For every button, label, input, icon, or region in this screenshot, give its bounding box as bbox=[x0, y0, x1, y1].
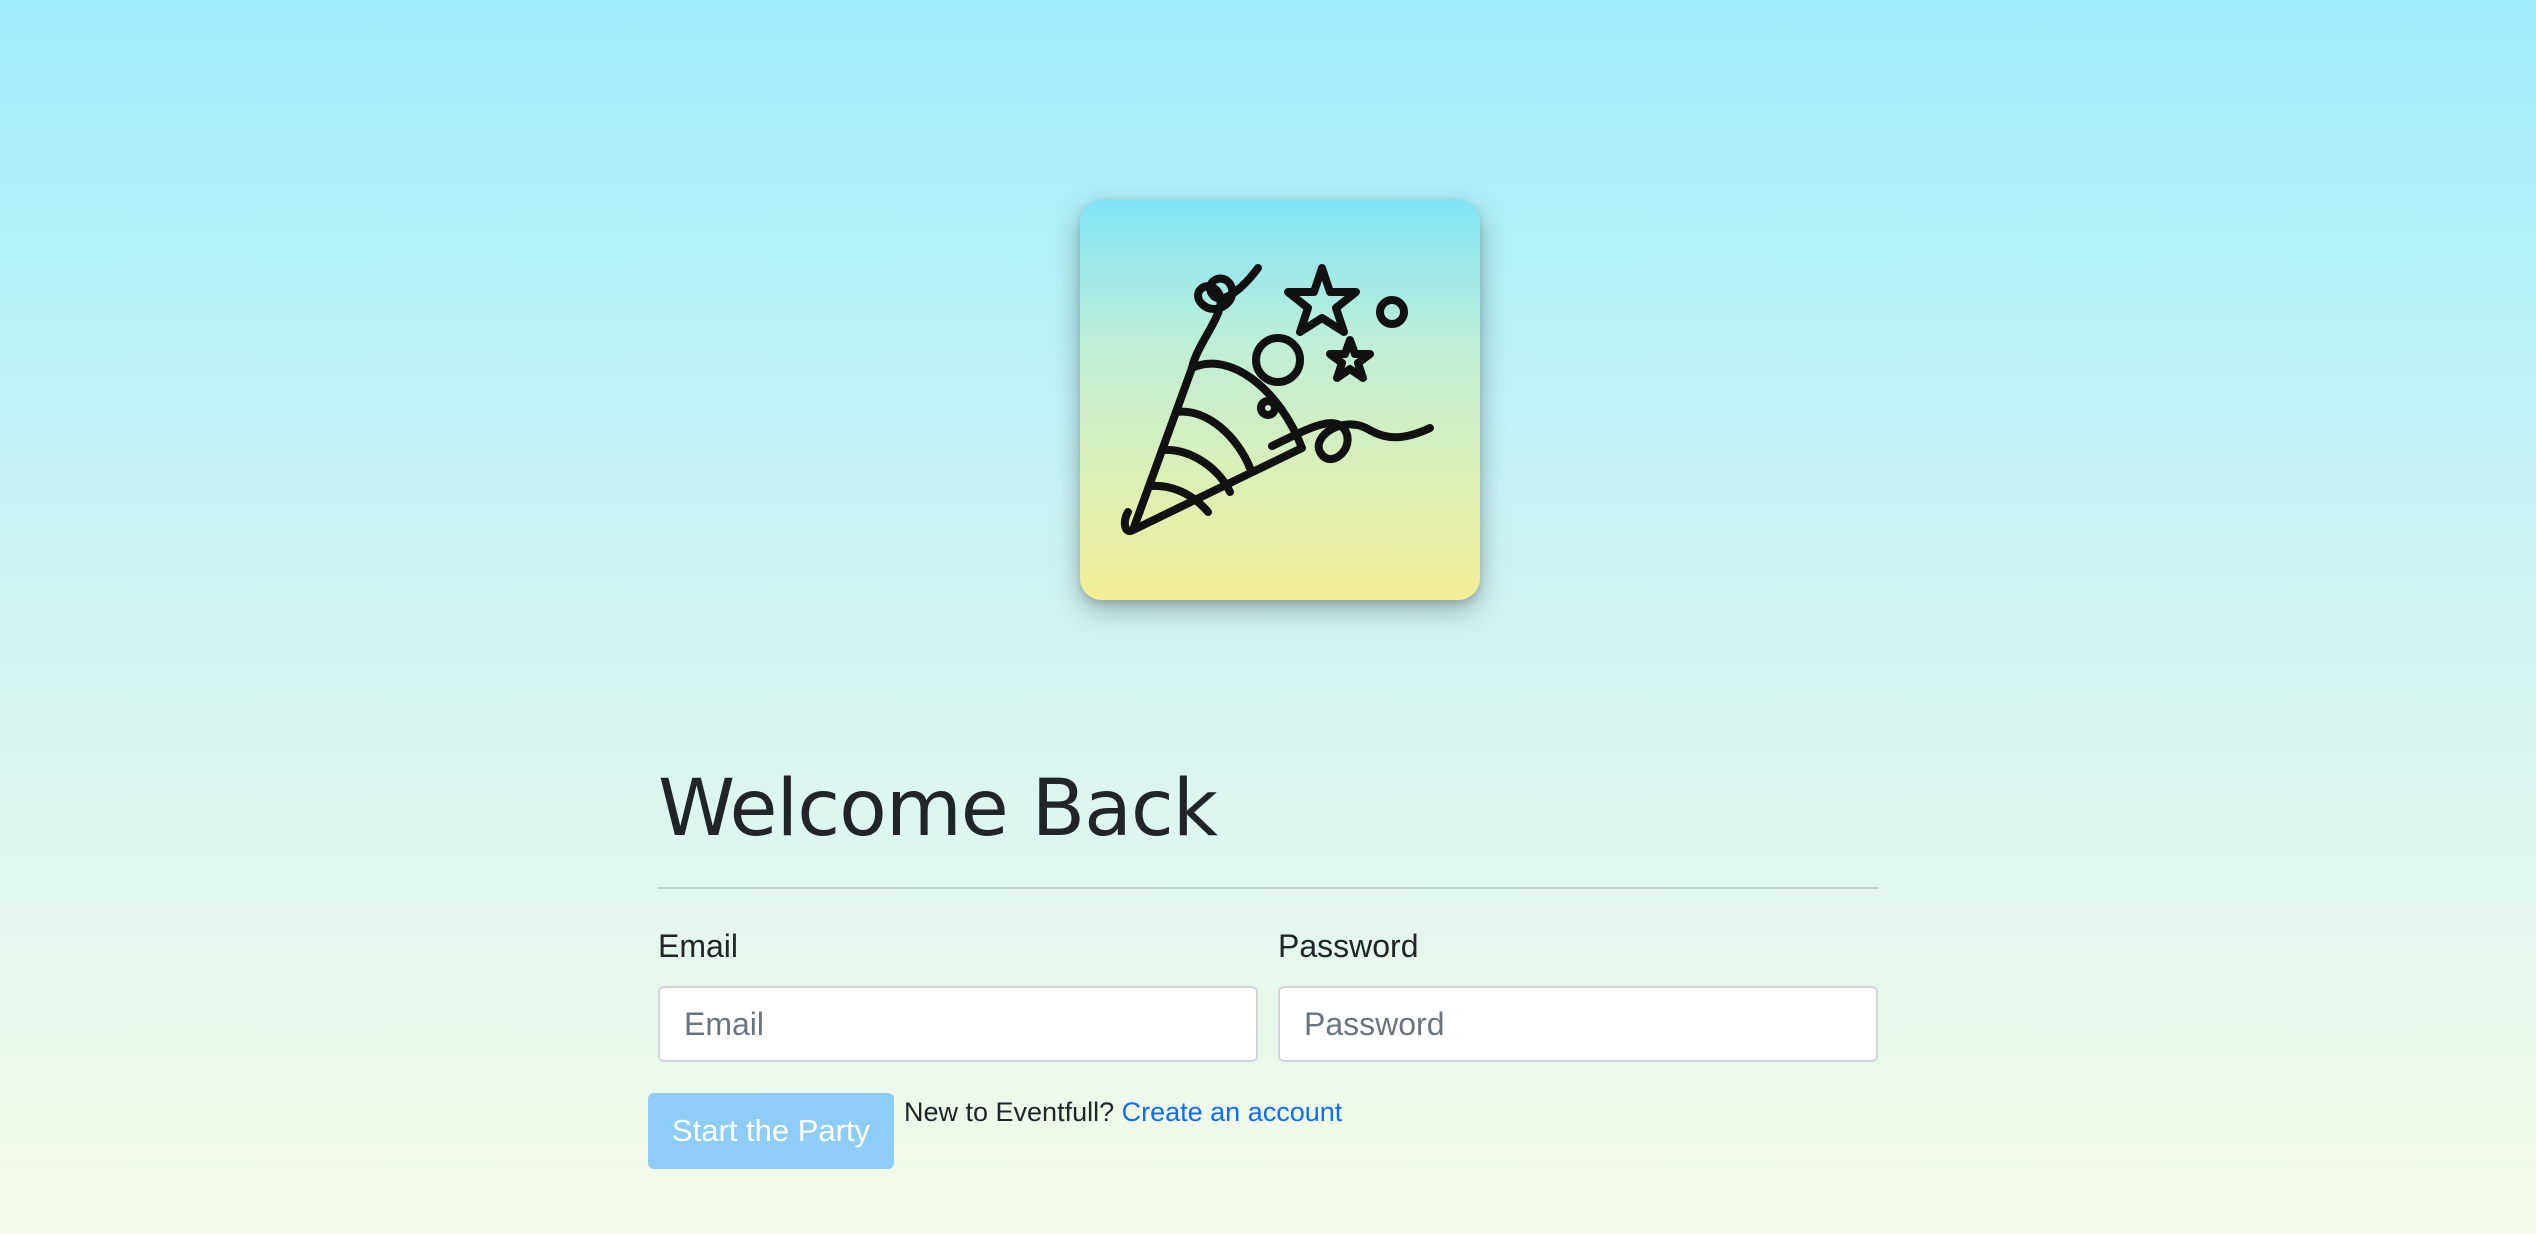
page-title: Welcome Back bbox=[658, 764, 1218, 854]
email-label: Email bbox=[658, 928, 739, 964]
email-input[interactable] bbox=[658, 986, 1258, 1062]
party-popper-icon bbox=[1120, 264, 1434, 536]
create-account-link[interactable]: Create an account bbox=[1122, 1097, 1343, 1127]
email-field-group: Email bbox=[658, 926, 1258, 1062]
signup-prompt: New to Eventfull? Create an account bbox=[904, 1092, 1342, 1132]
password-input[interactable] bbox=[1278, 986, 1878, 1062]
start-party-button[interactable]: Start the Party bbox=[648, 1093, 894, 1169]
password-field-group: Password bbox=[1278, 926, 1878, 1062]
title-divider bbox=[658, 887, 1878, 889]
password-label: Password bbox=[1278, 928, 1419, 964]
signup-prompt-text: New to Eventfull? bbox=[904, 1097, 1115, 1127]
app-logo bbox=[1080, 200, 1480, 600]
